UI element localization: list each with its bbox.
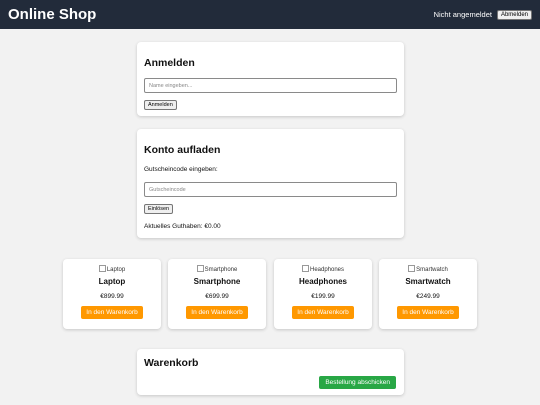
voucher-input[interactable] (144, 182, 397, 197)
logout-button[interactable]: Abmelden (496, 9, 532, 20)
product-image: Smartphone (168, 265, 266, 273)
product-card-smartphone: Smartphone Smartphone €699.99 In den War… (168, 259, 266, 329)
product-price: €249.99 (416, 293, 440, 300)
name-input[interactable] (144, 78, 397, 93)
product-image: Laptop (63, 265, 161, 273)
topup-heading: Konto aufladen (144, 144, 221, 156)
cart-heading: Warenkorb (144, 357, 199, 369)
shop-title: Online Shop (8, 6, 97, 23)
add-to-cart-button[interactable]: In den Warenkorb (292, 306, 354, 319)
product-card-smartwatch: Smartwatch Smartwatch €249.99 In den War… (379, 259, 477, 329)
login-card: Anmelden Anmelden (137, 42, 404, 116)
add-to-cart-button[interactable]: In den Warenkorb (81, 306, 143, 319)
product-image: Smartwatch (379, 265, 477, 273)
product-price: €899.99 (100, 293, 124, 300)
login-heading: Anmelden (144, 57, 195, 69)
topup-card: Konto aufladen Gutscheincode eingeben: E… (137, 129, 404, 238)
login-status-text: Nicht angemeldet (433, 10, 492, 19)
product-card-headphones: Headphones Headphones €199.99 In den War… (274, 259, 372, 329)
user-area: Nicht angemeldet Abmelden (433, 9, 532, 20)
login-button[interactable]: Anmelden (144, 100, 177, 110)
product-name: Smartphone (193, 277, 241, 286)
product-name: Headphones (298, 277, 347, 286)
voucher-label: Gutscheincode eingeben: (144, 166, 218, 173)
product-name: Smartwatch (405, 277, 451, 286)
add-to-cart-button[interactable]: In den Warenkorb (186, 306, 248, 319)
product-card-laptop: Laptop Laptop €899.99 In den Warenkorb (63, 259, 161, 329)
redeem-button[interactable]: Einlösen (144, 204, 174, 214)
balance-text: Aktuelles Guthaben: €0.00 (144, 223, 221, 230)
product-price: €199.99 (311, 293, 335, 300)
top-bar: Online Shop Nicht angemeldet Abmelden (0, 0, 540, 29)
add-to-cart-button[interactable]: In den Warenkorb (397, 306, 459, 319)
checkout-button[interactable]: Bestellung abschicken (319, 376, 396, 389)
product-name: Laptop (98, 277, 126, 286)
product-image: Headphones (274, 265, 372, 273)
product-price: €699.99 (205, 293, 229, 300)
cart-card: Warenkorb Bestellung abschicken (137, 349, 404, 395)
product-grid: Laptop Laptop €899.99 In den Warenkorb S… (63, 259, 477, 329)
